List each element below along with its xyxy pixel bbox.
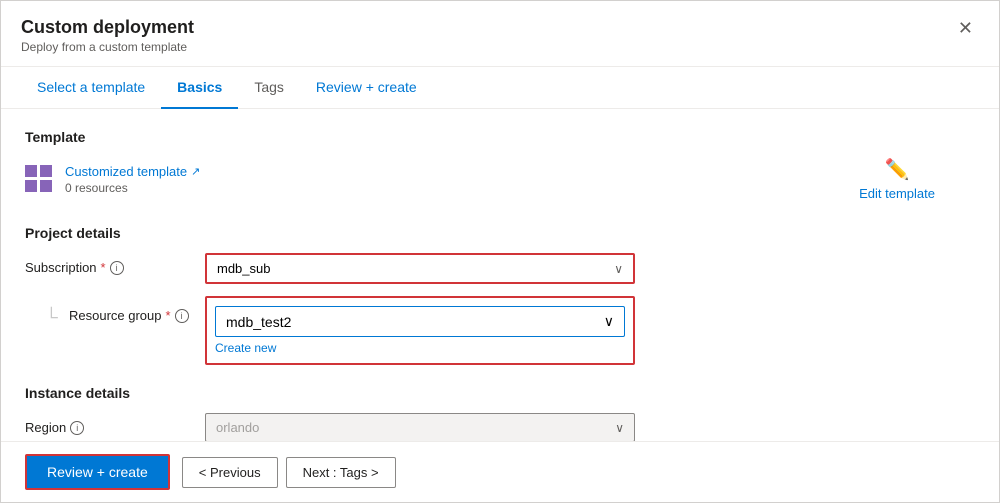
template-section-title: Template [25, 129, 975, 145]
instance-details-section: Instance details Region i orlando ∨ [25, 385, 975, 441]
resource-group-control: mdb_test2 ∨ Create new [205, 296, 635, 365]
tab-select-template[interactable]: Select a template [21, 67, 161, 109]
region-select[interactable]: orlando ∨ [205, 413, 635, 441]
tab-basics[interactable]: Basics [161, 67, 238, 109]
tab-tags[interactable]: Tags [238, 67, 300, 109]
tab-bar: Select a template Basics Tags Review + c… [1, 67, 999, 109]
region-control: orlando ∨ [205, 413, 635, 441]
review-create-button[interactable]: Review + create [25, 454, 170, 490]
subscription-value: mdb_sub [217, 261, 270, 276]
subscription-control: mdb_sub ∨ [205, 253, 635, 284]
region-info-icon[interactable]: i [70, 421, 84, 435]
subscription-chevron-icon: ∨ [614, 262, 623, 276]
region-label: Region i [25, 413, 205, 435]
instance-details-title: Instance details [25, 385, 975, 401]
edit-icon: ✏️ [885, 157, 910, 182]
edit-template-button[interactable]: ✏️ Edit template [859, 157, 935, 201]
resource-group-select[interactable]: mdb_test2 ∨ [215, 306, 625, 337]
template-icon-cell-3 [25, 180, 37, 192]
subscription-select[interactable]: mdb_sub ∨ [205, 253, 635, 284]
close-button[interactable]: ✕ [952, 17, 979, 39]
dialog-title: Custom deployment [21, 17, 194, 38]
resource-group-value: mdb_test2 [226, 314, 291, 330]
template-icon-cell-2 [40, 165, 52, 177]
resource-group-label: └ Resource group * i [25, 296, 205, 328]
tab-review-create[interactable]: Review + create [300, 67, 433, 109]
template-info: Customized template ↗ 0 resources [25, 164, 200, 195]
template-details: Customized template ↗ 0 resources [65, 164, 200, 195]
region-value: orlando [216, 420, 259, 435]
tree-connector-icon: └ [45, 307, 61, 328]
dialog-subtitle: Deploy from a custom template [21, 40, 194, 54]
subscription-info-icon[interactable]: i [110, 261, 124, 275]
edit-template-label: Edit template [859, 186, 935, 201]
template-icon-cell-4 [40, 180, 52, 192]
create-new-link[interactable]: Create new [215, 341, 276, 355]
project-details-section: Project details Subscription * i mdb_sub… [25, 225, 975, 365]
subscription-label: Subscription * i [25, 253, 205, 275]
dialog-footer: Review + create < Previous Next : Tags > [1, 441, 999, 502]
template-name[interactable]: Customized template ↗ [65, 164, 200, 179]
resource-group-wrapper: mdb_test2 ∨ Create new [205, 296, 635, 365]
template-icon-cell-1 [25, 165, 37, 177]
resource-group-required: * [166, 308, 171, 323]
external-link-icon: ↗ [191, 165, 200, 178]
project-details-title: Project details [25, 225, 975, 241]
dialog-content: Template Customized template ↗ 0 resourc… [1, 109, 999, 441]
template-section: Customized template ↗ 0 resources ✏️ Edi… [25, 157, 975, 201]
template-icon [25, 165, 53, 193]
dialog-header: Custom deployment Deploy from a custom t… [1, 1, 999, 67]
next-button[interactable]: Next : Tags > [286, 457, 396, 488]
region-chevron-icon: ∨ [615, 421, 624, 435]
resource-group-row: └ Resource group * i mdb_test2 ∨ Create … [25, 296, 975, 365]
previous-button[interactable]: < Previous [182, 457, 278, 488]
dialog-header-text: Custom deployment Deploy from a custom t… [21, 17, 194, 54]
subscription-row: Subscription * i mdb_sub ∨ [25, 253, 975, 284]
template-resources: 0 resources [65, 181, 200, 195]
region-row: Region i orlando ∨ [25, 413, 975, 441]
subscription-required: * [101, 260, 106, 275]
resource-group-info-icon[interactable]: i [175, 309, 189, 323]
custom-deployment-dialog: Custom deployment Deploy from a custom t… [0, 0, 1000, 503]
resource-group-chevron-icon: ∨ [604, 313, 614, 330]
